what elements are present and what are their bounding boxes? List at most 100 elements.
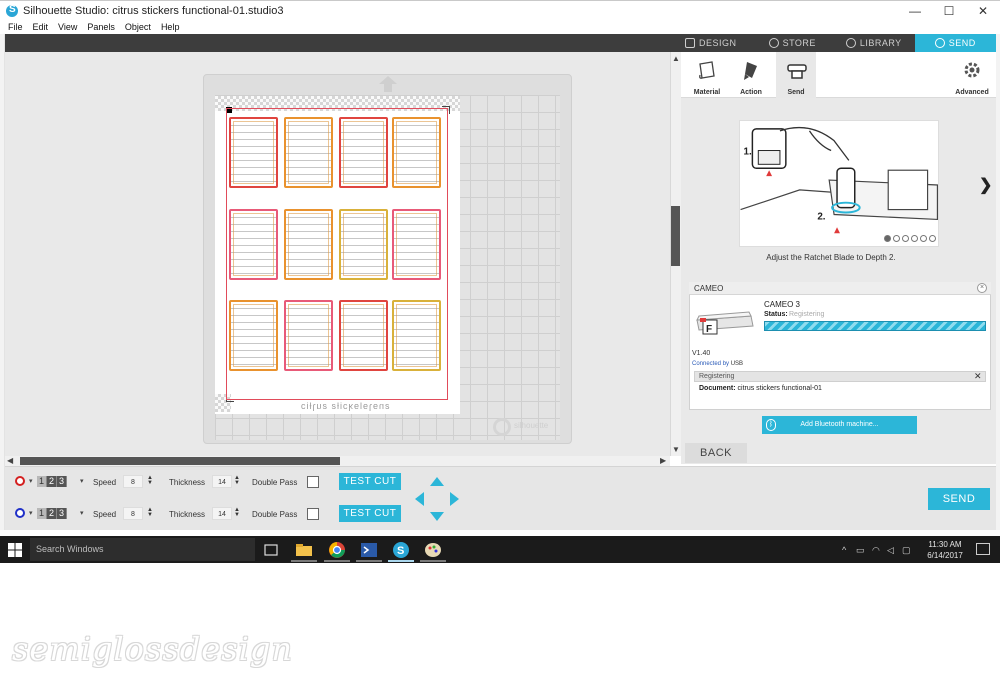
pagination-dot[interactable] — [911, 235, 918, 242]
dpad-up-icon[interactable] — [430, 477, 444, 486]
machine-card-close-icon[interactable]: × — [977, 283, 987, 293]
subtab-action-label: Action — [740, 89, 762, 96]
menu-file[interactable]: File — [8, 22, 23, 32]
speed-stepper-icon[interactable]: ▲ ▼ — [146, 475, 154, 486]
powershell-icon[interactable] — [359, 540, 379, 560]
task-view-icon[interactable] — [261, 540, 281, 560]
close-button[interactable]: ✕ — [966, 1, 1000, 21]
dpad-left-icon[interactable] — [415, 492, 424, 506]
line-color-dropdown-icon[interactable]: ▾ — [29, 477, 33, 485]
sticker-label[interactable] — [284, 117, 333, 188]
double-pass-checkbox[interactable] — [307, 476, 319, 488]
sticker-label[interactable] — [229, 209, 278, 280]
thickness-input[interactable]: 14 — [212, 507, 232, 520]
line-color-swatch[interactable] — [15, 476, 25, 486]
menu-panels[interactable]: Panels — [87, 22, 115, 32]
double-pass-checkbox[interactable] — [307, 508, 319, 520]
blade-depth-dropdown-icon[interactable]: ▾ — [80, 477, 84, 485]
menu-view[interactable]: View — [58, 22, 77, 32]
tray-chevron-up-icon[interactable]: ^ — [842, 545, 846, 555]
line-color-dropdown-icon[interactable]: ▾ — [29, 509, 33, 517]
send-button[interactable]: SEND — [928, 488, 990, 510]
tab-design[interactable]: DESIGN — [670, 34, 752, 52]
pagination-dot[interactable] — [920, 235, 927, 242]
blade-depth-1[interactable]: 1 — [37, 476, 47, 487]
sheet-mirror-text: ƨnɘɿɘlɘʞɔiƚƨ ƨuɿƚiɔ — [300, 401, 390, 411]
silhouette-studio-taskbar-icon[interactable]: S — [391, 540, 411, 560]
speed-input[interactable]: 8 — [123, 475, 143, 488]
vertical-scroll-thumb[interactable] — [671, 206, 680, 266]
paint-icon[interactable] — [423, 540, 443, 560]
tab-store[interactable]: STORE — [752, 34, 834, 52]
speed-stepper-icon[interactable]: ▲ ▼ — [146, 507, 154, 518]
dpad-down-icon[interactable] — [430, 512, 444, 521]
blade-depth-3[interactable]: 3 — [57, 476, 67, 487]
tab-send[interactable]: SEND — [914, 34, 996, 52]
thickness-input[interactable]: 14 — [212, 475, 232, 488]
tray-battery-icon[interactable]: ▭ — [856, 545, 865, 556]
tutorial-next-arrow-icon[interactable]: ❯ — [979, 175, 992, 195]
menu-edit[interactable]: Edit — [33, 22, 49, 32]
move-blade-dpad[interactable] — [413, 475, 461, 523]
tab-design-label: DESIGN — [698, 38, 737, 48]
sticker-label[interactable] — [229, 300, 278, 371]
test-cut-button[interactable]: TEST CUT — [339, 505, 401, 522]
chrome-icon[interactable] — [327, 540, 347, 560]
blade-depth-selector[interactable]: 1 2 3 — [37, 476, 67, 487]
subtab-action[interactable]: Action — [731, 52, 771, 98]
blade-depth-2[interactable]: 2 — [47, 508, 57, 519]
cancel-registering-icon[interactable]: ✕ — [974, 371, 982, 382]
speed-input[interactable]: 8 — [123, 507, 143, 520]
menu-object[interactable]: Object — [125, 22, 151, 32]
sticker-label[interactable] — [284, 300, 333, 371]
dpad-right-icon[interactable] — [450, 492, 459, 506]
test-cut-button[interactable]: TEST CUT — [339, 473, 401, 490]
tab-library[interactable]: LIBRARY — [833, 34, 915, 52]
subtab-send[interactable]: Send — [776, 52, 816, 98]
thickness-stepper-icon[interactable]: ▲ ▼ — [233, 507, 241, 518]
pagination-dot[interactable] — [929, 235, 936, 242]
sticker-label[interactable] — [392, 117, 441, 188]
tray-volume-icon[interactable]: ◁ — [887, 545, 894, 556]
sticker-label[interactable] — [339, 209, 388, 280]
scroll-left-arrow-icon[interactable]: ◀ — [7, 456, 13, 466]
pagination-dot[interactable] — [902, 235, 909, 242]
action-center-icon[interactable] — [976, 543, 990, 555]
subtab-advanced[interactable]: Advanced — [952, 52, 992, 98]
blade-depth-dropdown-icon[interactable]: ▾ — [80, 509, 84, 517]
thickness-stepper-icon[interactable]: ▲ ▼ — [233, 475, 241, 486]
pagination-dot[interactable] — [893, 235, 900, 242]
tray-input-icon[interactable]: ▢ — [902, 545, 911, 556]
tab-library-label: LIBRARY — [859, 38, 902, 48]
maximize-button[interactable]: ☐ — [932, 1, 966, 21]
sticker-label[interactable] — [339, 117, 388, 188]
tray-wifi-icon[interactable]: ◠ — [872, 545, 880, 556]
scroll-right-arrow-icon[interactable]: ▶ — [660, 456, 666, 466]
svg-text:S: S — [397, 545, 404, 557]
back-button[interactable]: BACK — [685, 443, 747, 463]
sticker-label[interactable] — [339, 300, 388, 371]
blade-depth-1[interactable]: 1 — [37, 508, 47, 519]
taskbar-clock[interactable]: 11:30 AM 6/14/2017 — [924, 539, 966, 561]
windows-start-icon[interactable] — [8, 543, 22, 557]
file-explorer-icon[interactable] — [294, 540, 314, 560]
line-color-swatch[interactable] — [15, 508, 25, 518]
blade-depth-2[interactable]: 2 — [47, 476, 57, 487]
scroll-down-arrow-icon[interactable]: ▼ — [672, 445, 680, 455]
sticker-label[interactable] — [284, 209, 333, 280]
horizontal-scroll-thumb[interactable] — [20, 457, 340, 465]
thickness-label: Thickness — [169, 478, 206, 487]
menu-help[interactable]: Help — [161, 22, 180, 32]
minimize-button[interactable]: — — [898, 1, 932, 21]
pagination-dot[interactable] — [884, 235, 891, 242]
sticker-label[interactable] — [229, 117, 278, 188]
taskbar-search-input[interactable]: Search Windows — [30, 538, 255, 561]
blade-depth-selector[interactable]: 1 2 3 — [37, 508, 67, 519]
add-bluetooth-button[interactable]: Add Bluetooth machine... — [762, 416, 917, 434]
scroll-up-arrow-icon[interactable]: ▲ — [672, 54, 680, 64]
double-pass-label: Double Pass — [252, 478, 298, 487]
blade-depth-3[interactable]: 3 — [57, 508, 67, 519]
sticker-label[interactable] — [392, 209, 441, 280]
subtab-material[interactable]: Material — [687, 52, 727, 98]
sticker-label[interactable] — [392, 300, 441, 371]
